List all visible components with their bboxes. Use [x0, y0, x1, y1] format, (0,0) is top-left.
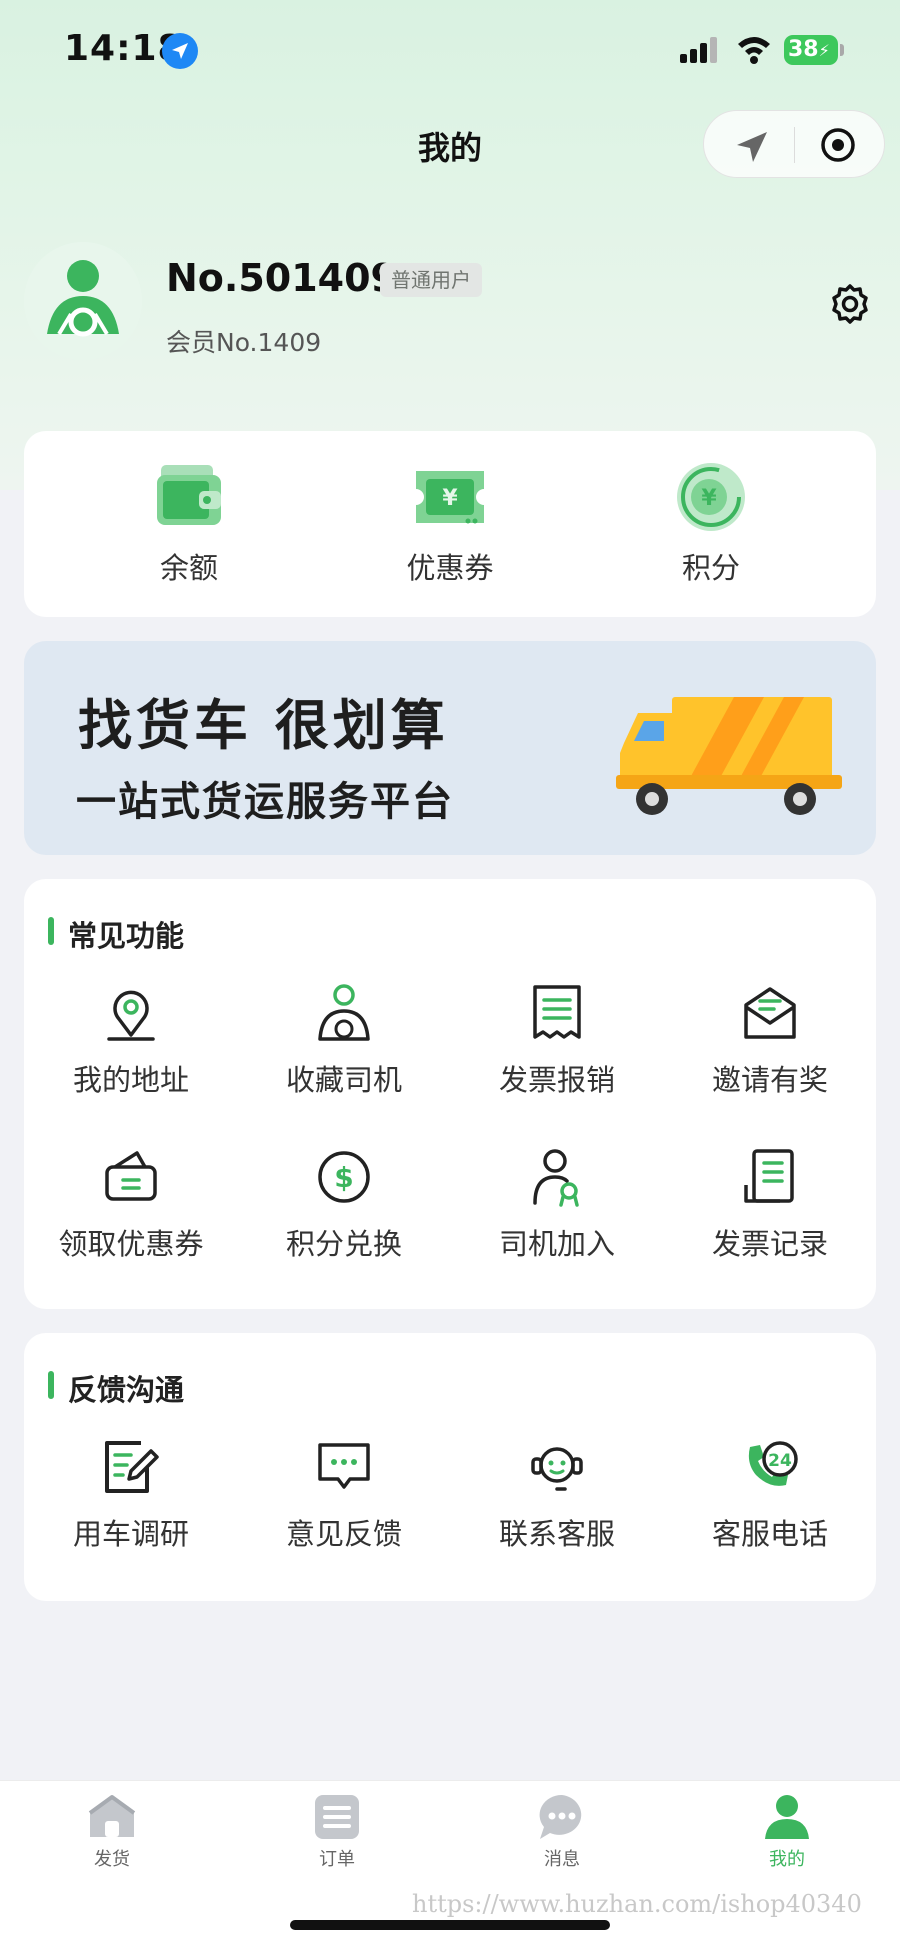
profile-page: 14:18 38⚡ 我的 No.501409 普通用户 会员No.1409 余额… [0, 0, 900, 1947]
phone-24-icon: 24 [748, 1441, 798, 1486]
grid-item-favorite-drivers[interactable]: 收藏司机 [237, 983, 451, 1099]
grid-item-label: 领取优惠券 [58, 1227, 204, 1261]
survey-edit-icon [105, 1441, 159, 1493]
svg-text:24: 24 [768, 1451, 792, 1471]
feedback-card: 反馈沟通 用车调研 意见反馈 联系客服 24 客服电话 [24, 1333, 876, 1601]
svg-text:¥: ¥ [701, 486, 717, 511]
grid-item-label: 司机加入 [498, 1227, 615, 1261]
location-arrow-icon [162, 33, 198, 69]
grid-item-car-survey[interactable]: 用车调研 [24, 1437, 238, 1553]
wallet-balance-label: 余额 [159, 551, 218, 585]
section-title: 常见功能 [68, 919, 185, 953]
coupon-wallet-icon [105, 1151, 157, 1201]
avatar[interactable] [24, 242, 142, 360]
svg-text:¥: ¥ [442, 486, 458, 511]
invoice-icon [533, 985, 581, 1039]
driver-icon [318, 984, 370, 1041]
watermark: https://www.huzhan.com/ishop40340 [412, 1890, 862, 1918]
tab-label: 消息 [544, 1849, 580, 1870]
target-icon[interactable] [820, 127, 856, 163]
section-accent-bar [48, 1371, 54, 1399]
grid-item-opinion-feedback[interactable]: 意见反馈 [237, 1437, 451, 1553]
section-title: 反馈沟通 [68, 1373, 185, 1407]
headset-icon [531, 1447, 583, 1491]
points-icon: ¥ [677, 463, 745, 531]
coupon-icon: ¥ [416, 471, 484, 524]
list-icon [315, 1795, 359, 1839]
wifi-icon [738, 37, 770, 64]
grid-item-label: 积分兑换 [285, 1227, 402, 1261]
banner-subtitle: 一站式货运服务平台 [76, 779, 454, 825]
grid-item-driver-join[interactable]: 司机加入 [450, 1147, 664, 1263]
tab-orders[interactable]: 订单 [277, 1791, 397, 1871]
truck-illustration [616, 697, 842, 815]
svg-text:$: $ [334, 1161, 353, 1194]
grid-item-invoice[interactable]: 发票报销 [450, 983, 664, 1099]
grid-item-get-coupon[interactable]: 领取优惠券 [24, 1147, 238, 1263]
person-icon [765, 1795, 809, 1839]
tab-messages[interactable]: 消息 [502, 1791, 622, 1871]
home-indicator[interactable] [290, 1920, 610, 1930]
grid-item-label: 邀请有奖 [711, 1063, 828, 1097]
signal-icon [680, 37, 717, 63]
grid-item-service-phone[interactable]: 24 客服电话 [663, 1437, 877, 1553]
grid-item-label: 联系客服 [498, 1517, 615, 1551]
user-name: No.501409 [166, 256, 397, 300]
charging-bolt-icon: ⚡ [818, 41, 830, 60]
capsule-divider [794, 127, 795, 163]
grid-item-invite[interactable]: 邀请有奖 [663, 983, 877, 1099]
grid-item-label: 我的地址 [72, 1063, 189, 1097]
tab-label: 我的 [769, 1849, 805, 1870]
grid-item-label: 客服电话 [711, 1517, 828, 1551]
battery-tip [840, 44, 844, 56]
grid-item-label: 意见反馈 [285, 1517, 402, 1551]
navigation-arrow-icon[interactable] [734, 129, 770, 165]
member-number: 会员No.1409 [166, 328, 322, 357]
grid-item-label: 发票报销 [498, 1063, 615, 1097]
invite-envelope-icon [744, 987, 796, 1039]
message-icon [539, 1794, 582, 1839]
grid-item-label: 用车调研 [72, 1517, 189, 1551]
driver-join-icon [533, 1149, 579, 1207]
grid-item-my-address[interactable]: 我的地址 [24, 983, 238, 1099]
wallet-balance[interactable]: 余额 [89, 459, 289, 587]
grid-item-points-exchange[interactable]: $ 积分兑换 [237, 1147, 451, 1263]
promo-banner[interactable]: 找货车 很划算 一站式货运服务平台 [24, 641, 876, 855]
gear-icon[interactable] [829, 283, 871, 325]
tab-ship[interactable]: 发货 [52, 1791, 172, 1871]
dollar-coin-icon: $ [318, 1151, 370, 1203]
tab-label: 订单 [319, 1849, 355, 1870]
wallet-coupon[interactable]: ¥ 优惠券 [350, 459, 550, 587]
section-accent-bar [48, 917, 54, 945]
tab-label: 发货 [94, 1849, 130, 1870]
invoice-record-icon [744, 1149, 794, 1203]
grid-item-label: 收藏司机 [285, 1063, 402, 1097]
battery-icon: 38⚡ [784, 35, 838, 65]
grid-item-label: 发票记录 [711, 1227, 828, 1261]
wallet-points-label: 积分 [681, 551, 740, 585]
house-icon [88, 1795, 136, 1837]
grid-item-contact-service[interactable]: 联系客服 [450, 1437, 664, 1553]
battery-level: 38 [788, 37, 819, 62]
address-pin-icon [107, 990, 155, 1041]
tab-mine[interactable]: 我的 [727, 1791, 847, 1871]
user-level-badge: 普通用户 [380, 263, 482, 297]
wallet-coupon-label: 优惠券 [406, 551, 494, 585]
wallet-points[interactable]: ¥ 积分 [611, 459, 811, 587]
common-functions-card: 常见功能 我的地址 收藏司机 发票报销 邀请有奖 领取优惠券 $ 积分兑换 司机… [24, 879, 876, 1309]
wallet-icon [157, 465, 221, 525]
chat-bubble-icon [318, 1443, 370, 1489]
wallet-card: 余额 ¥ 优惠券 ¥ 积分 [24, 431, 876, 617]
banner-title: 找货车 很划算 [78, 694, 449, 757]
miniapp-capsule[interactable] [703, 110, 885, 178]
grid-item-invoice-record[interactable]: 发票记录 [663, 1147, 877, 1263]
status-bar: 14:18 38⚡ [0, 0, 900, 100]
